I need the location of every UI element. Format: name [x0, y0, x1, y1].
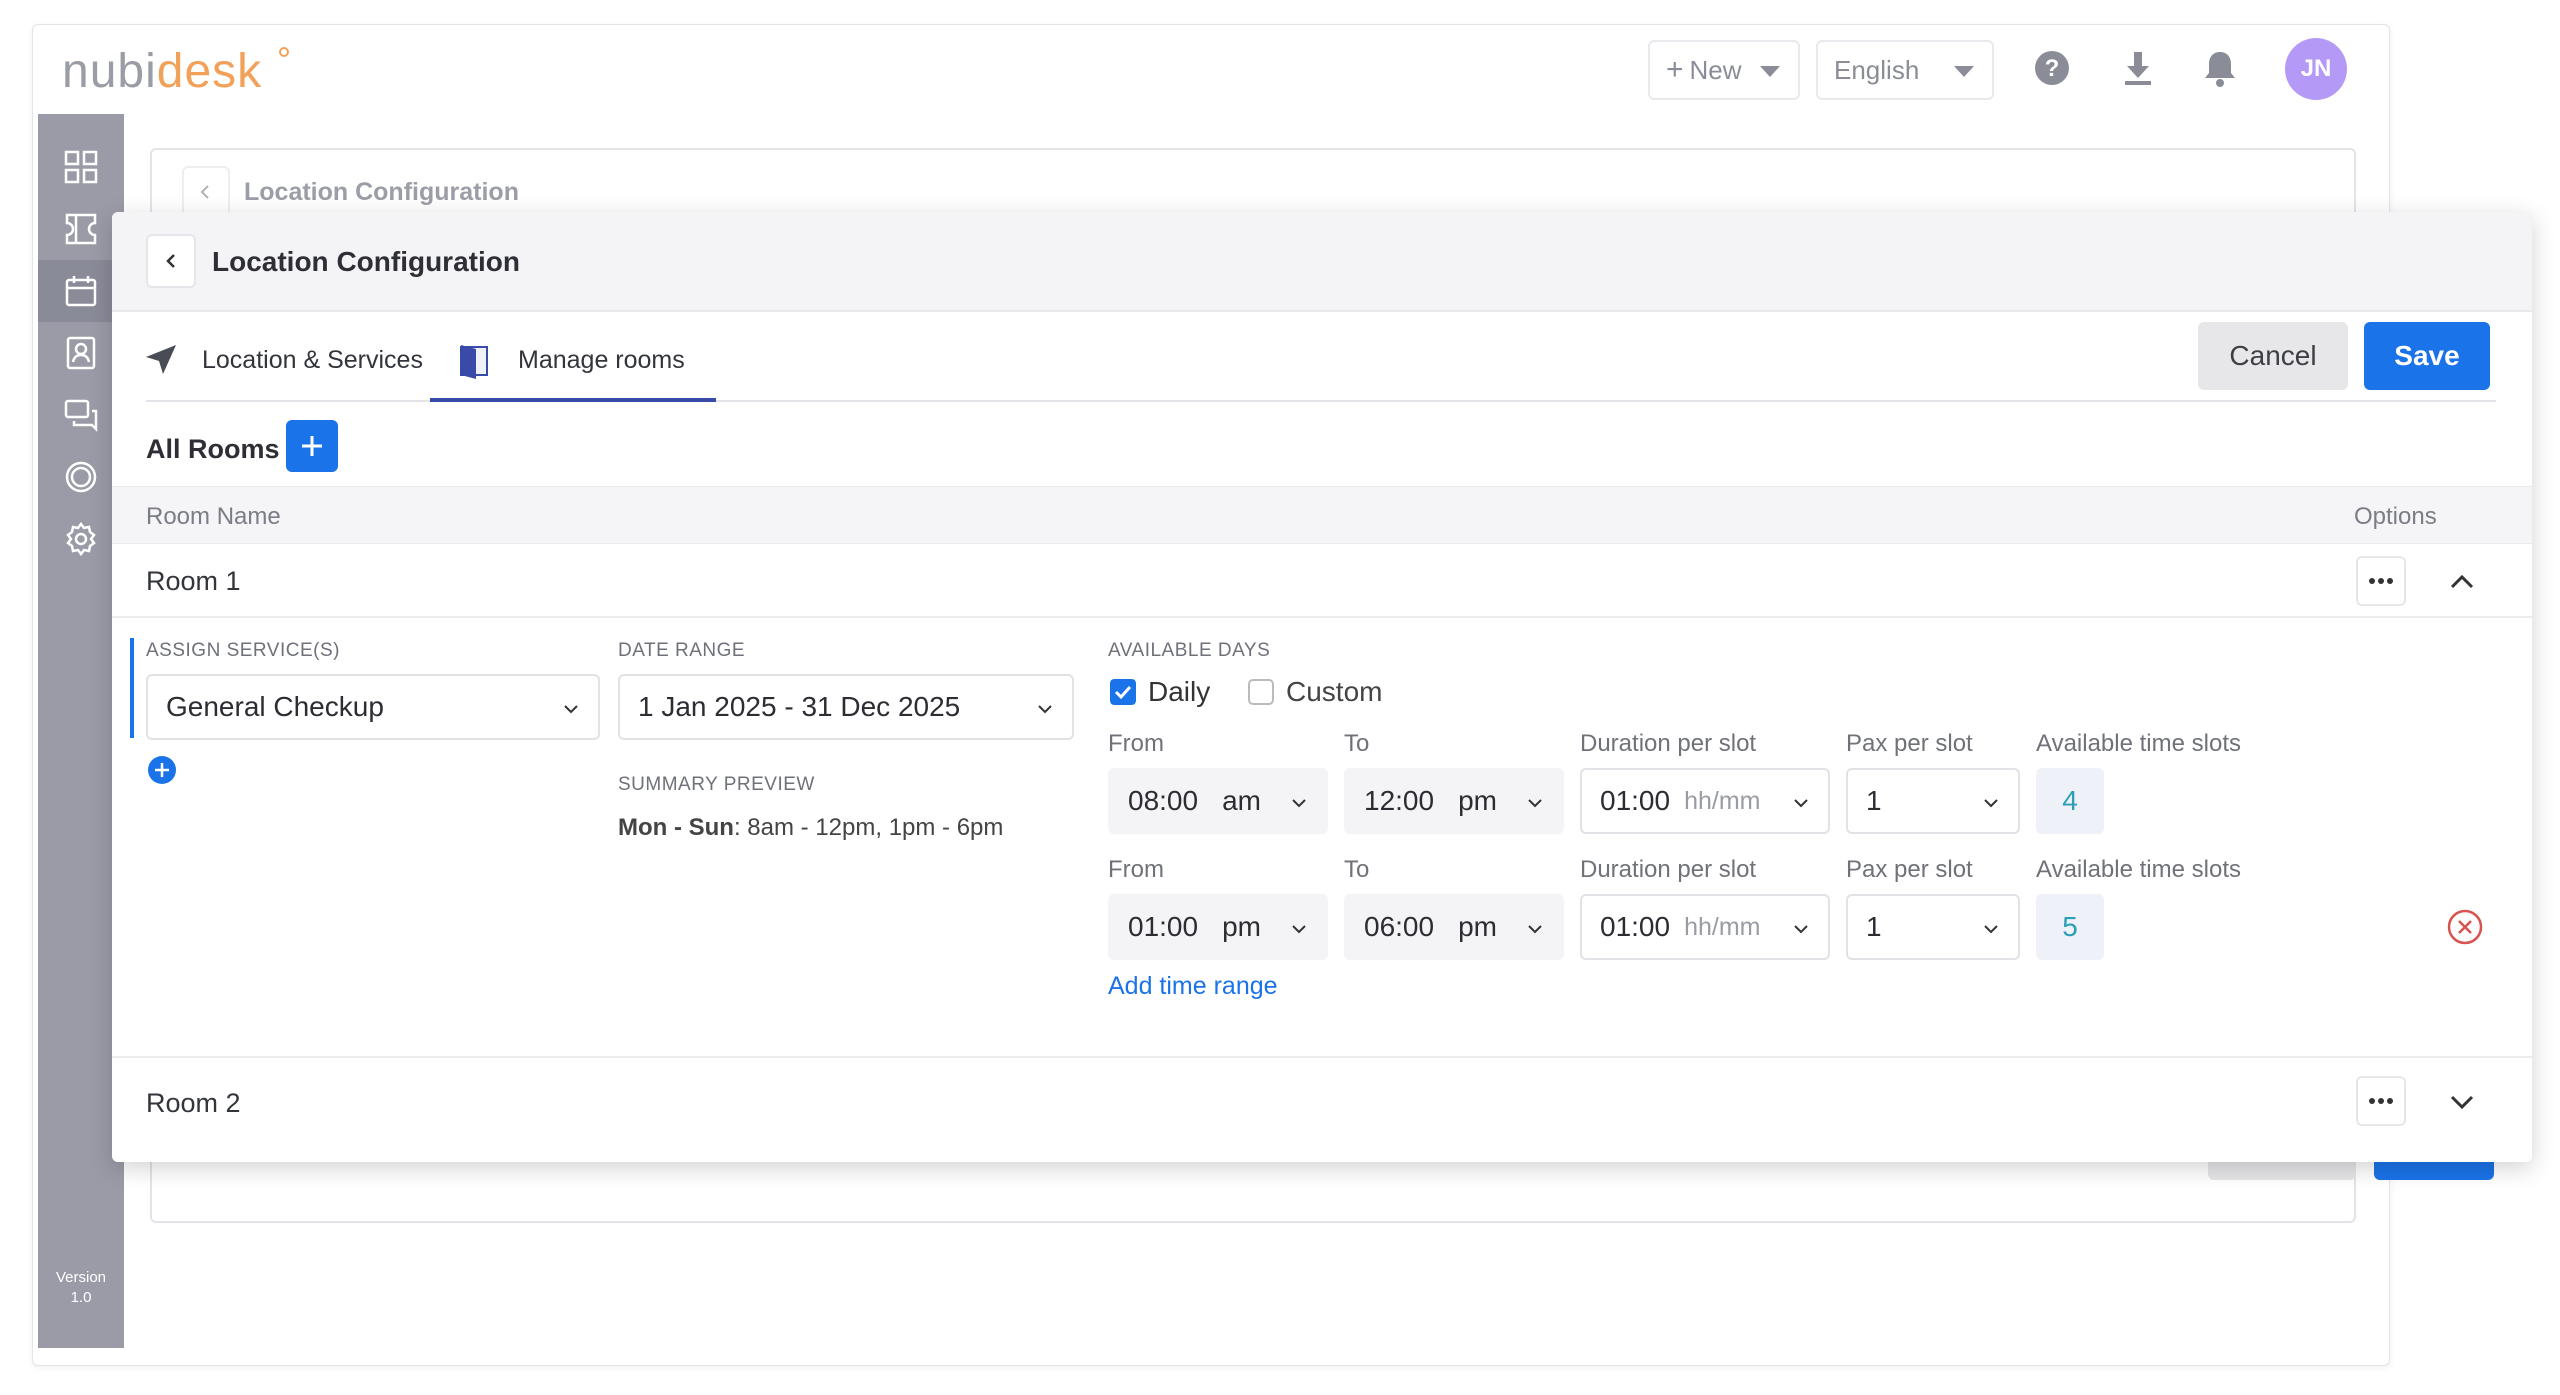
background-back-button — [182, 166, 230, 218]
from-label: From — [1108, 730, 1164, 757]
close-circle-icon — [2447, 909, 2483, 945]
room-row[interactable]: Room 2 — [112, 1060, 2532, 1134]
chevron-left-icon — [166, 254, 175, 268]
location-config-modal: Location Configuration Location & Servic… — [112, 212, 2532, 1162]
room-name: Room 1 — [146, 566, 241, 596]
add-time-range-link[interactable]: Add time range — [1108, 972, 1278, 1001]
chevron-down-icon — [1292, 925, 1306, 934]
column-options: Options — [2354, 503, 2437, 530]
tab-location-services[interactable]: Location & Services — [142, 320, 423, 400]
chevron-down-icon — [1984, 799, 1998, 808]
assign-services-label: ASSIGN SERVICE(S) — [146, 640, 340, 661]
version-label: Version 1.0 — [55, 1269, 107, 1306]
available-slots-value: 5 — [2036, 894, 2104, 960]
summary-preview: Mon - Sun: 8am - 12pm, 1pm - 6pm — [618, 814, 1004, 841]
pax-label: Pax per slot — [1846, 730, 1973, 757]
help-icon[interactable]: ? — [2030, 46, 2074, 90]
service-select[interactable]: General Checkup — [146, 674, 600, 740]
available-days-label: AVAILABLE DAYS — [1108, 640, 1271, 661]
chevron-left-icon — [200, 185, 209, 199]
active-tab-indicator — [430, 398, 716, 402]
plus-icon: + — [1666, 53, 1684, 86]
pax-select[interactable]: 1 — [1846, 894, 2020, 960]
date-range-select[interactable]: 1 Jan 2025 - 31 Dec 2025 — [618, 674, 1074, 740]
remove-time-range-button[interactable] — [2446, 908, 2484, 946]
more-icon — [2369, 578, 2393, 584]
duration-select[interactable]: 01:00 hh/mm — [1580, 894, 1830, 960]
background-card-title: Location Configuration — [244, 178, 519, 206]
chevron-down-icon — [1794, 925, 1808, 934]
to-label: To — [1344, 730, 1370, 757]
available-slots-value: 4 — [2036, 768, 2104, 834]
svg-text:?: ? — [2045, 55, 2060, 82]
more-icon — [2369, 1098, 2393, 1104]
navigation-icon — [146, 345, 176, 374]
column-room-name: Room Name — [146, 503, 281, 530]
available-slots-label: Available time slots — [2036, 856, 2241, 883]
summary-preview-label: SUMMARY PREVIEW — [618, 774, 815, 795]
cancel-button[interactable]: Cancel — [2198, 322, 2348, 390]
custom-checkbox[interactable]: Custom — [1248, 676, 1382, 708]
door-icon — [460, 345, 488, 379]
all-rooms-heading: All Rooms — [146, 434, 280, 464]
room-options-button[interactable] — [2356, 1076, 2406, 1126]
from-time-select[interactable]: 08:00 am — [1108, 768, 1328, 834]
room-details: ASSIGN SERVICE(S) General Checkup DATE R… — [112, 618, 2532, 1058]
to-label: To — [1344, 856, 1370, 883]
modal-header: Location Configuration — [112, 212, 2532, 312]
logo: nubidesk — [62, 45, 263, 98]
duration-select[interactable]: 01:00 hh/mm — [1580, 768, 1830, 834]
pax-label: Pax per slot — [1846, 856, 1973, 883]
add-service-button[interactable] — [146, 754, 178, 786]
chevron-down-icon — [1794, 799, 1808, 808]
to-time-select[interactable]: 12:00 pm — [1344, 768, 1564, 834]
language-select[interactable]: English — [1816, 40, 1994, 100]
tab-manage-rooms[interactable]: Manage rooms — [458, 320, 685, 400]
to-time-select[interactable]: 06:00 pm — [1344, 894, 1564, 960]
avatar[interactable]: JN — [2285, 38, 2347, 100]
chevron-down-icon — [1984, 925, 1998, 934]
room-row[interactable]: Room 1 — [112, 544, 2532, 618]
rooms-table-header: Room Name Options — [112, 486, 2532, 544]
from-label: From — [1108, 856, 1164, 883]
room-name: Room 2 — [146, 1088, 241, 1118]
duration-label: Duration per slot — [1580, 856, 1757, 883]
caret-down-icon — [1954, 66, 1974, 77]
bell-icon[interactable] — [2198, 46, 2242, 90]
chevron-down-icon — [1528, 799, 1542, 808]
plus-icon — [302, 436, 322, 456]
chevron-down-icon — [564, 705, 578, 714]
back-button[interactable] — [146, 234, 196, 288]
duration-label: Duration per slot — [1580, 730, 1757, 757]
logo-sun-icon — [276, 44, 292, 60]
daily-checkbox[interactable]: Daily — [1110, 676, 1210, 708]
add-room-button[interactable] — [286, 420, 338, 472]
from-time-select[interactable]: 01:00 pm — [1108, 894, 1328, 960]
chevron-down-icon[interactable] — [2444, 1084, 2480, 1120]
date-range-label: DATE RANGE — [618, 640, 746, 661]
checkbox-unchecked-icon — [1248, 679, 1274, 705]
modal-title: Location Configuration — [212, 246, 520, 277]
room-options-button[interactable] — [2356, 556, 2406, 606]
save-button[interactable]: Save — [2364, 322, 2490, 390]
download-icon[interactable] — [2116, 46, 2160, 90]
chevron-up-icon[interactable] — [2444, 564, 2480, 600]
checkbox-checked-icon — [1110, 679, 1136, 705]
section-indicator — [130, 638, 134, 738]
chevron-down-icon — [1292, 799, 1306, 808]
available-slots-label: Available time slots — [2036, 730, 2241, 757]
dashboard-icon[interactable] — [38, 136, 124, 198]
caret-down-icon — [1760, 66, 1780, 77]
new-button[interactable]: + New — [1648, 40, 1800, 100]
chevron-down-icon — [1528, 925, 1542, 934]
plus-circle-icon — [148, 756, 176, 784]
pax-select[interactable]: 1 — [1846, 768, 2020, 834]
chevron-down-icon — [1038, 705, 1052, 714]
